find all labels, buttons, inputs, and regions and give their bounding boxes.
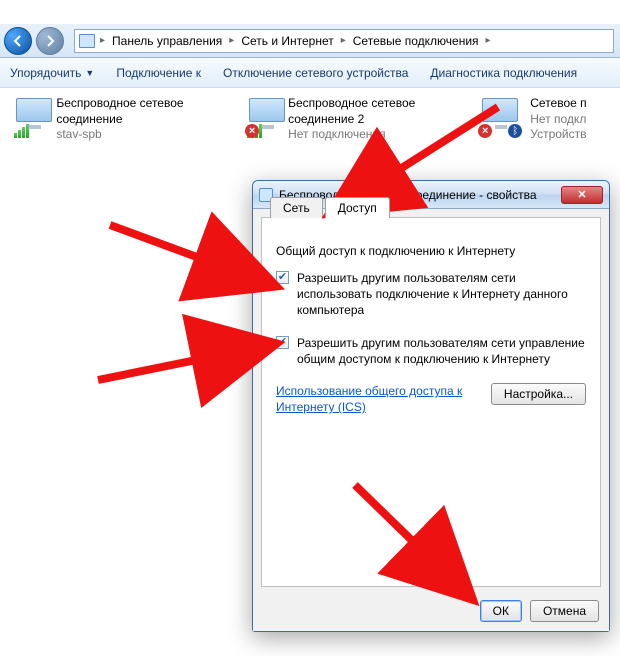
allow-control-checkbox[interactable]: ✔ xyxy=(276,336,289,349)
settings-button[interactable]: Настройка... xyxy=(491,383,586,405)
allow-control-row: ✔ Разрешить другим пользователям сети уп… xyxy=(276,335,586,367)
dialog-body: Сеть Доступ Общий доступ к подключению к… xyxy=(261,217,601,587)
connection-status: stav-spb xyxy=(56,127,217,143)
organize-menu[interactable]: Упорядочить ▼ xyxy=(10,66,94,80)
chevron-right-icon: ▸ xyxy=(485,35,492,46)
network-connections-window: ▸ Панель управления ▸ Сеть и Интернет ▸ … xyxy=(0,0,620,656)
cancel-button[interactable]: Отмена xyxy=(530,600,599,622)
network-adapter-icon: × xyxy=(247,96,280,136)
connections-list: Беспроводное сетевое соединение stav-spb… xyxy=(0,88,620,168)
menu-label: Отключение сетевого устройства xyxy=(223,66,408,80)
bluetooth-icon: ᛒ xyxy=(508,124,522,138)
ics-help-link[interactable]: Использование общего доступа к Интернету… xyxy=(276,383,466,415)
connection-name: Сетевое п xyxy=(530,96,586,112)
network-adapter-icon xyxy=(14,96,48,136)
menu-label: Подключение к xyxy=(116,66,201,80)
breadcrumb-item[interactable]: Сетевые подключения xyxy=(347,30,485,52)
connection-text: Беспроводное сетевое соединение stav-spb xyxy=(56,96,217,160)
connect-to-button[interactable]: Подключение к xyxy=(116,66,201,80)
address-bar[interactable]: ▸ Панель управления ▸ Сеть и Интернет ▸ … xyxy=(74,29,614,53)
menu-label: Упорядочить xyxy=(10,66,81,80)
chevron-down-icon: ▼ xyxy=(85,68,94,78)
close-button[interactable]: ✕ xyxy=(561,186,603,204)
breadcrumb-item[interactable]: Сеть и Интернет xyxy=(235,30,339,52)
dialog-footer: ОК Отмена xyxy=(253,591,609,631)
ok-button[interactable]: ОК xyxy=(480,600,522,622)
connection-status: Устройств xyxy=(530,127,586,143)
connection-name: Беспроводное сетевое соединение xyxy=(56,96,217,127)
close-icon: ✕ xyxy=(577,188,586,201)
wifi-signal-icon xyxy=(14,124,29,138)
connection-name: Беспроводное сетевое соединение 2 xyxy=(288,96,450,127)
connection-status-line2: Нет подкл xyxy=(530,112,586,128)
diagnose-button[interactable]: Диагностика подключения xyxy=(430,66,577,80)
disconnected-icon: × xyxy=(478,124,492,138)
chevron-right-icon: ▸ xyxy=(99,35,106,46)
connection-text: Беспроводное сетевое соединение 2 Нет по… xyxy=(288,96,450,160)
arrow-left-icon xyxy=(12,35,24,47)
allow-sharing-row: ✔ Разрешить другим пользователям сети ис… xyxy=(276,270,586,319)
arrow-right-icon xyxy=(44,35,56,47)
tab-network[interactable]: Сеть xyxy=(270,197,323,218)
connection-item[interactable]: Беспроводное сетевое соединение stav-spb xyxy=(14,96,217,160)
menu-label: Диагностика подключения xyxy=(430,66,577,80)
chevron-right-icon: ▸ xyxy=(340,35,347,46)
location-icon xyxy=(79,34,95,48)
checkbox-label: Разрешить другим пользователям сети упра… xyxy=(297,335,586,367)
disable-device-button[interactable]: Отключение сетевого устройства xyxy=(223,66,408,80)
tab-sharing[interactable]: Доступ xyxy=(325,197,390,218)
network-adapter-icon: × ᛒ xyxy=(480,96,522,136)
allow-sharing-checkbox[interactable]: ✔ xyxy=(276,271,289,284)
explorer-navbar: ▸ Панель управления ▸ Сеть и Интернет ▸ … xyxy=(0,24,620,58)
nav-forward-button[interactable] xyxy=(36,27,64,55)
checkbox-label: Разрешить другим пользователям сети испо… xyxy=(297,270,586,319)
connection-status: Нет подключения xyxy=(288,127,450,143)
section-heading: Общий доступ к подключению к Интернету xyxy=(276,244,586,258)
connection-item[interactable]: × Беспроводное сетевое соединение 2 Нет … xyxy=(247,96,450,160)
ics-row: Использование общего доступа к Интернету… xyxy=(276,383,586,415)
connection-item[interactable]: × ᛒ Сетевое п Нет подкл Устройств xyxy=(480,96,606,160)
properties-dialog: Беспроводное сетевое соединение - свойст… xyxy=(252,180,610,632)
chevron-right-icon: ▸ xyxy=(228,35,235,46)
sharing-panel: Общий доступ к подключению к Интернету ✔… xyxy=(262,218,600,586)
command-bar: Упорядочить ▼ Подключение к Отключение с… xyxy=(0,58,620,88)
nav-back-button[interactable] xyxy=(4,27,32,55)
connection-text: Сетевое п Нет подкл Устройств xyxy=(530,96,586,160)
breadcrumb-item[interactable]: Панель управления xyxy=(106,30,228,52)
